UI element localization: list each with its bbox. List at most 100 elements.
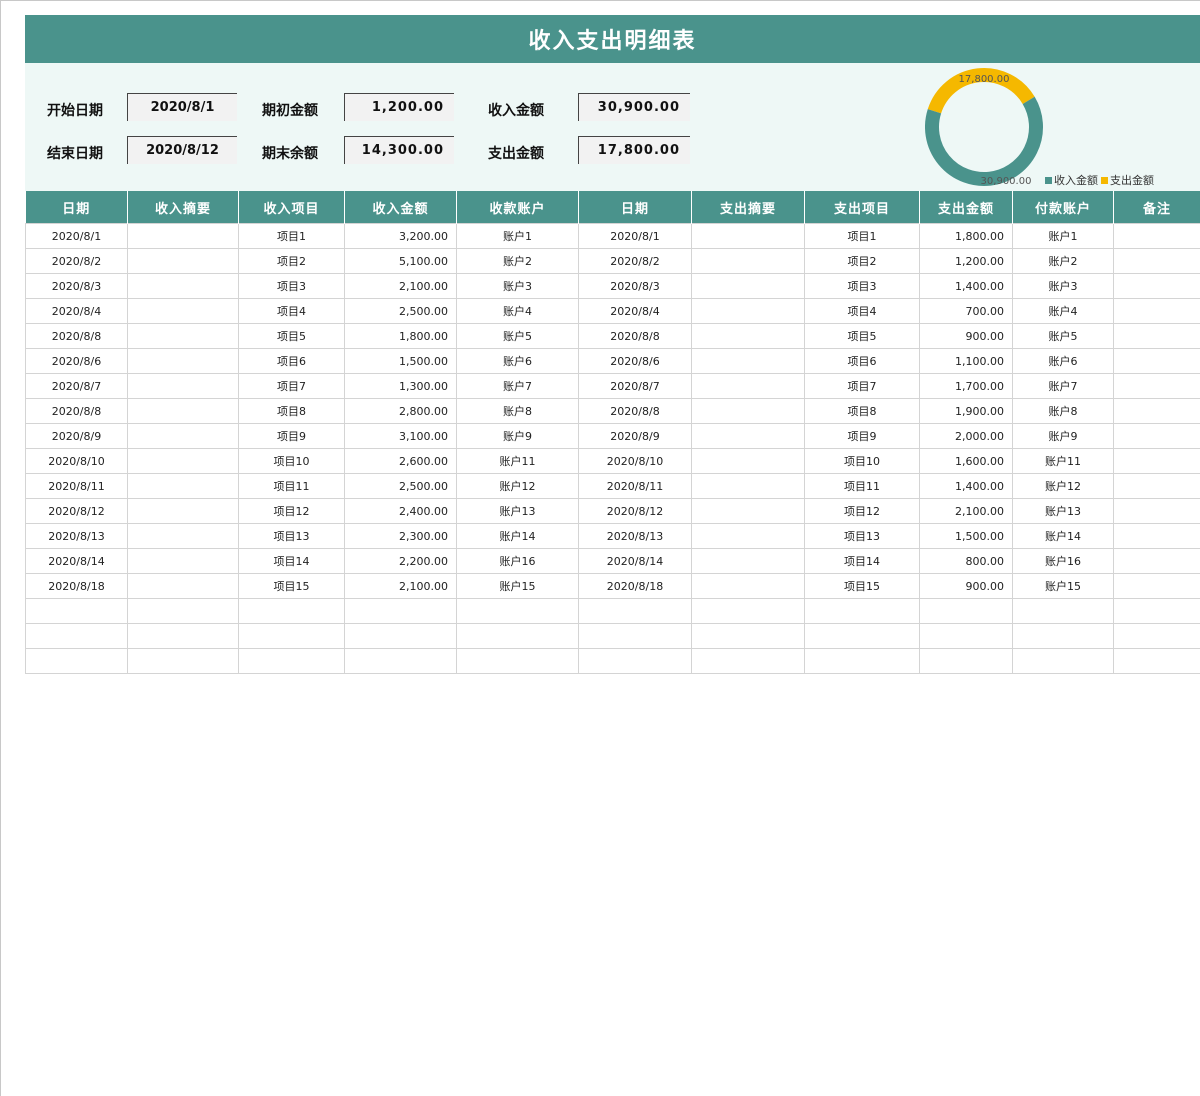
cell-income-summary[interactable] — [127, 398, 239, 424]
cell-income-account[interactable]: 账户11 — [456, 448, 579, 474]
cell-income-summary[interactable] — [127, 523, 239, 549]
cell-income-date[interactable]: 2020/8/2 — [25, 248, 128, 274]
cell-expense-date[interactable]: 2020/8/14 — [578, 548, 692, 574]
cell-expense-date[interactable]: 2020/8/2 — [578, 248, 692, 274]
cell-expense-date[interactable]: 2020/8/4 — [578, 298, 692, 324]
cell-expense-amount[interactable]: 1,800.00 — [919, 223, 1013, 249]
cell-income-item[interactable] — [238, 648, 345, 674]
cell-remarks[interactable] — [1113, 298, 1200, 324]
cell-expense-summary[interactable] — [691, 548, 805, 574]
cell-expense-date[interactable]: 2020/8/6 — [578, 348, 692, 374]
cell-income-item[interactable]: 项目14 — [238, 548, 345, 574]
cell-expense-item[interactable]: 项目15 — [804, 573, 920, 599]
cell-income-date[interactable]: 2020/8/8 — [25, 398, 128, 424]
column-header-remarks[interactable]: 备注 — [1113, 191, 1200, 224]
cell-income-amount[interactable]: 3,200.00 — [344, 223, 457, 249]
cell-expense-summary[interactable] — [691, 448, 805, 474]
cell-remarks[interactable] — [1113, 373, 1200, 399]
cell-expense-amount[interactable]: 900.00 — [919, 573, 1013, 599]
cell-expense-amount[interactable]: 800.00 — [919, 548, 1013, 574]
cell-income-item[interactable]: 项目6 — [238, 348, 345, 374]
cell-payment-account[interactable]: 账户1 — [1012, 223, 1114, 249]
cell-income-date[interactable]: 2020/8/6 — [25, 348, 128, 374]
cell-income-amount[interactable]: 2,500.00 — [344, 473, 457, 499]
cell-income-date[interactable]: 2020/8/8 — [25, 323, 128, 349]
cell-payment-account[interactable]: 账户6 — [1012, 348, 1114, 374]
cell-payment-account[interactable]: 账户11 — [1012, 448, 1114, 474]
cell-income-summary[interactable] — [127, 648, 239, 674]
cell-expense-item[interactable]: 项目11 — [804, 473, 920, 499]
cell-income-account[interactable] — [456, 623, 579, 649]
column-header-income-amount[interactable]: 收入金额 — [344, 191, 457, 224]
column-header-expense-item[interactable]: 支出项目 — [804, 191, 920, 224]
cell-remarks[interactable] — [1113, 573, 1200, 599]
cell-income-account[interactable]: 账户13 — [456, 498, 579, 524]
cell-income-account[interactable]: 账户8 — [456, 398, 579, 424]
cell-income-date[interactable] — [25, 648, 128, 674]
cell-income-item[interactable]: 项目13 — [238, 523, 345, 549]
cell-income-item[interactable]: 项目9 — [238, 423, 345, 449]
closing-balance-cell[interactable]: 14,300.00 — [344, 136, 454, 164]
cell-expense-date[interactable]: 2020/8/1 — [578, 223, 692, 249]
column-header-expense-summary[interactable]: 支出摘要 — [691, 191, 805, 224]
cell-expense-item[interactable]: 项目7 — [804, 373, 920, 399]
cell-income-summary[interactable] — [127, 273, 239, 299]
cell-income-date[interactable]: 2020/8/3 — [25, 273, 128, 299]
start-date-cell[interactable]: 2020/8/1 — [127, 93, 237, 121]
cell-expense-date[interactable]: 2020/8/18 — [578, 573, 692, 599]
cell-expense-amount[interactable]: 1,200.00 — [919, 248, 1013, 274]
cell-income-summary[interactable] — [127, 448, 239, 474]
cell-expense-summary[interactable] — [691, 398, 805, 424]
cell-payment-account[interactable]: 账户8 — [1012, 398, 1114, 424]
cell-expense-amount[interactable]: 2,000.00 — [919, 423, 1013, 449]
column-header-expense-date[interactable]: 日期 — [578, 191, 692, 224]
cell-expense-amount[interactable]: 1,400.00 — [919, 473, 1013, 499]
cell-income-date[interactable]: 2020/8/14 — [25, 548, 128, 574]
cell-expense-date[interactable]: 2020/8/13 — [578, 523, 692, 549]
cell-expense-amount[interactable] — [919, 648, 1013, 674]
cell-expense-summary[interactable] — [691, 648, 805, 674]
cell-expense-item[interactable]: 项目8 — [804, 398, 920, 424]
column-header-income-date[interactable]: 日期 — [25, 191, 128, 224]
cell-income-amount[interactable]: 2,300.00 — [344, 523, 457, 549]
cell-payment-account[interactable] — [1012, 623, 1114, 649]
cell-income-summary[interactable] — [127, 323, 239, 349]
cell-remarks[interactable] — [1113, 448, 1200, 474]
cell-expense-summary[interactable] — [691, 423, 805, 449]
cell-remarks[interactable] — [1113, 523, 1200, 549]
cell-income-item[interactable]: 项目12 — [238, 498, 345, 524]
cell-income-amount[interactable]: 1,800.00 — [344, 323, 457, 349]
cell-remarks[interactable] — [1113, 598, 1200, 624]
cell-payment-account[interactable]: 账户16 — [1012, 548, 1114, 574]
cell-expense-item[interactable]: 项目4 — [804, 298, 920, 324]
cell-remarks[interactable] — [1113, 623, 1200, 649]
cell-expense-item[interactable]: 项目12 — [804, 498, 920, 524]
cell-remarks[interactable] — [1113, 423, 1200, 449]
cell-income-item[interactable] — [238, 598, 345, 624]
cell-payment-account[interactable] — [1012, 648, 1114, 674]
cell-income-amount[interactable]: 2,500.00 — [344, 298, 457, 324]
cell-income-amount[interactable]: 2,100.00 — [344, 573, 457, 599]
cell-income-account[interactable]: 账户1 — [456, 223, 579, 249]
cell-expense-amount[interactable]: 1,100.00 — [919, 348, 1013, 374]
cell-expense-date[interactable]: 2020/8/9 — [578, 423, 692, 449]
cell-expense-amount[interactable]: 1,400.00 — [919, 273, 1013, 299]
cell-income-amount[interactable]: 2,400.00 — [344, 498, 457, 524]
cell-expense-summary[interactable] — [691, 373, 805, 399]
cell-income-amount[interactable]: 2,100.00 — [344, 273, 457, 299]
cell-expense-date[interactable]: 2020/8/8 — [578, 398, 692, 424]
cell-income-date[interactable]: 2020/8/4 — [25, 298, 128, 324]
cell-income-summary[interactable] — [127, 298, 239, 324]
cell-income-amount[interactable]: 1,500.00 — [344, 348, 457, 374]
cell-income-summary[interactable] — [127, 423, 239, 449]
cell-expense-date[interactable]: 2020/8/11 — [578, 473, 692, 499]
cell-income-date[interactable]: 2020/8/12 — [25, 498, 128, 524]
cell-income-summary[interactable] — [127, 348, 239, 374]
sheet-title[interactable]: 收入支出明细表 — [25, 15, 1200, 63]
expense-total-cell[interactable]: 17,800.00 — [578, 136, 690, 164]
cell-remarks[interactable] — [1113, 248, 1200, 274]
cell-expense-item[interactable]: 项目10 — [804, 448, 920, 474]
column-header-income-summary[interactable]: 收入摘要 — [127, 191, 239, 224]
cell-income-summary[interactable] — [127, 548, 239, 574]
cell-expense-date[interactable] — [578, 648, 692, 674]
